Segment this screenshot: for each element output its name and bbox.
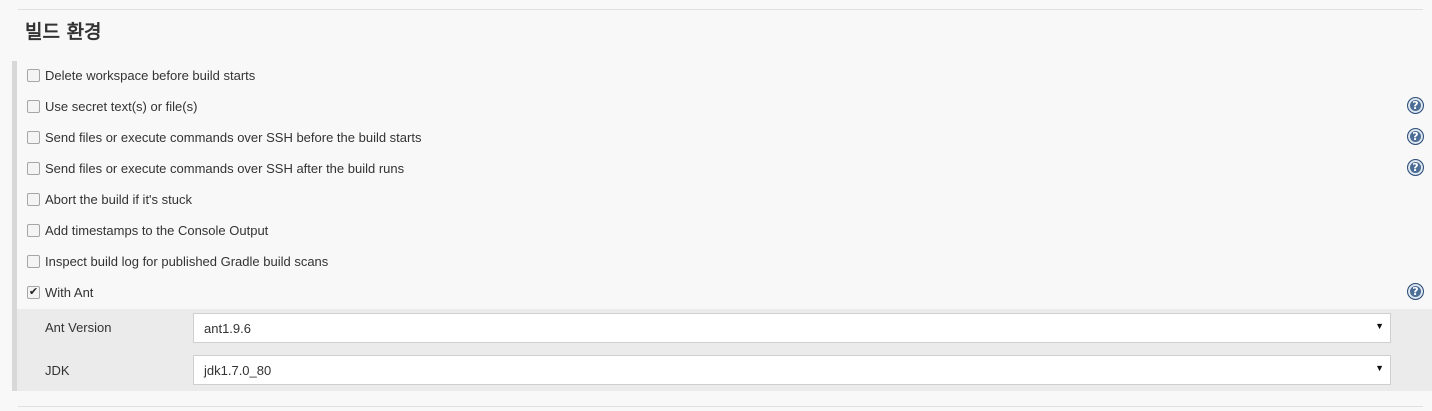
jdk-value: jdk1.7.0_80 xyxy=(204,363,272,378)
section-bottom-divider xyxy=(18,406,1423,407)
option-label: Send files or execute commands over SSH … xyxy=(45,130,422,145)
option-ssh-before-build: Send files or execute commands over SSH … xyxy=(17,123,1432,154)
help-icon[interactable]: ? xyxy=(1407,128,1424,145)
option-gradle-build-scans: Inspect build log for published Gradle b… xyxy=(17,247,1432,278)
jdk-select[interactable]: jdk1.7.0_80 ▼ xyxy=(193,355,1391,385)
help-icon[interactable]: ? xyxy=(1407,283,1424,300)
option-label: Add timestamps to the Console Output xyxy=(45,223,269,238)
option-ssh-after-build: Send files or execute commands over SSH … xyxy=(17,154,1432,185)
option-use-secret: Use secret text(s) or file(s) ? xyxy=(17,92,1432,123)
dropdown-arrow-icon: ▼ xyxy=(1375,321,1384,331)
option-abort-if-stuck: Abort the build if it's stuck xyxy=(17,185,1432,216)
help-icon[interactable]: ? xyxy=(1407,97,1424,114)
build-environment-options: Delete workspace before build starts Use… xyxy=(12,61,1432,391)
delete-workspace-checkbox[interactable] xyxy=(27,69,40,82)
option-label: Inspect build log for published Gradle b… xyxy=(45,254,329,269)
with-ant-checkbox[interactable]: ✔ xyxy=(27,286,40,299)
option-delete-workspace: Delete workspace before build starts xyxy=(17,61,1432,92)
ssh-after-build-checkbox[interactable] xyxy=(27,162,40,175)
option-label: With Ant xyxy=(45,285,94,300)
jdk-label: JDK xyxy=(45,363,70,378)
section-title: 빌드 환경 xyxy=(25,21,102,43)
option-label: Use secret text(s) or file(s) xyxy=(45,99,198,114)
option-label: Delete workspace before build starts xyxy=(45,68,256,83)
section-top-divider xyxy=(18,9,1423,10)
dropdown-arrow-icon: ▼ xyxy=(1375,363,1384,373)
use-secret-checkbox[interactable] xyxy=(27,100,40,113)
ant-version-label: Ant Version xyxy=(45,320,112,335)
ant-version-value: ant1.9.6 xyxy=(204,321,251,336)
gradle-build-scans-checkbox[interactable] xyxy=(27,255,40,268)
checkmark-icon: ✔ xyxy=(28,286,39,298)
ssh-before-build-checkbox[interactable] xyxy=(27,131,40,144)
abort-if-stuck-checkbox[interactable] xyxy=(27,193,40,206)
option-label: Abort the build if it's stuck xyxy=(45,192,192,207)
ant-config-panel: Ant Version ant1.9.6 ▼ JDK jdk1.7.0_80 ▼ xyxy=(17,309,1432,391)
help-icon[interactable]: ? xyxy=(1407,159,1424,176)
option-with-ant: ✔ With Ant ? xyxy=(17,278,1432,309)
option-add-timestamps: Add timestamps to the Console Output xyxy=(17,216,1432,247)
add-timestamps-checkbox[interactable] xyxy=(27,224,40,237)
option-label: Send files or execute commands over SSH … xyxy=(45,161,405,176)
ant-version-select[interactable]: ant1.9.6 ▼ xyxy=(193,313,1391,343)
